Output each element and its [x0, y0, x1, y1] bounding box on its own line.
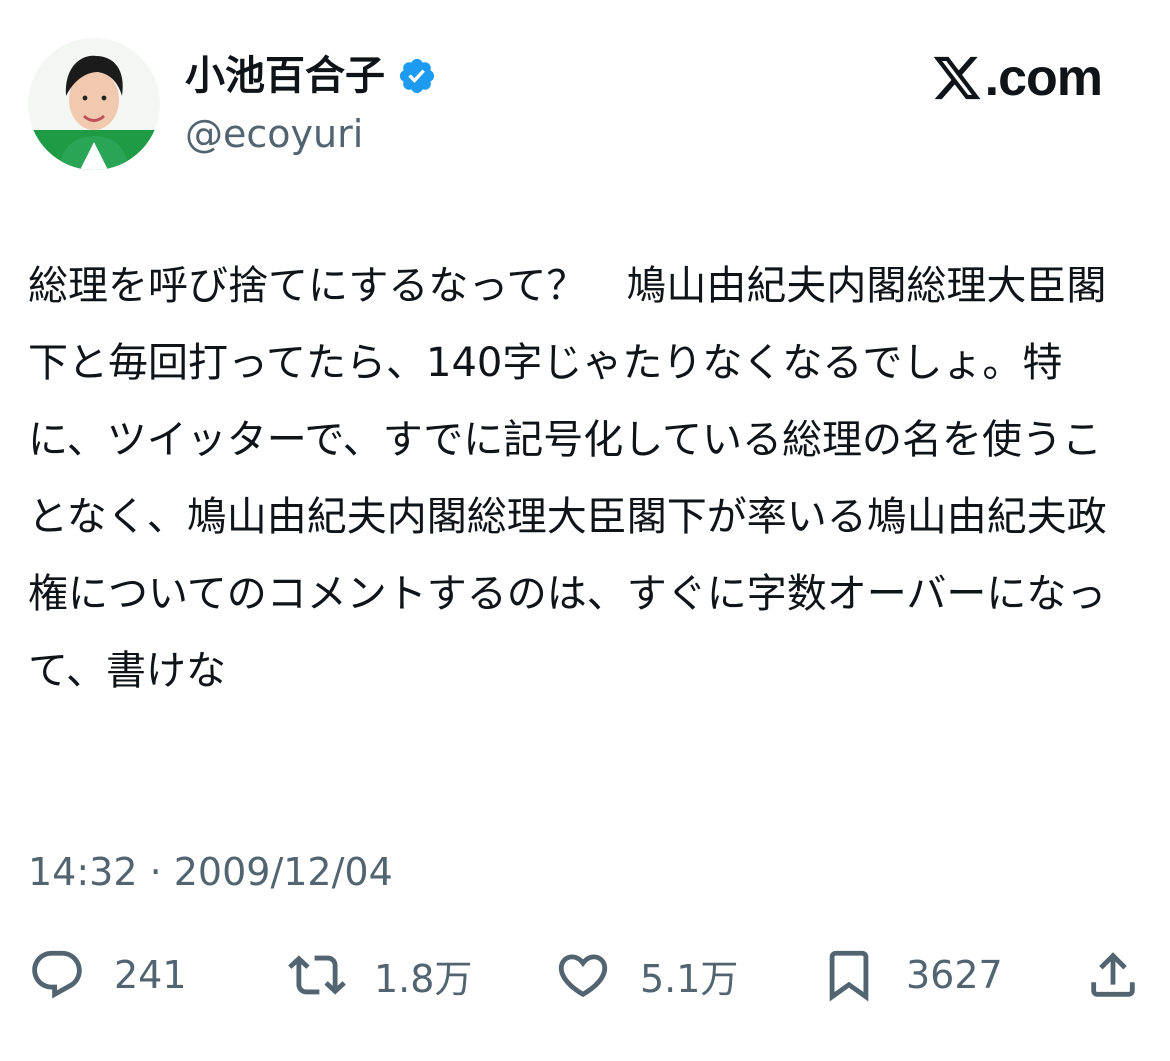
- bookmark-count: 3627: [906, 953, 1003, 997]
- bookmark-icon: [829, 950, 869, 1002]
- retweet-count: 1.8万: [374, 956, 473, 1001]
- retweet-icon: [288, 955, 346, 995]
- share-icon: [1091, 952, 1135, 997]
- x-logo-icon: [933, 56, 981, 100]
- display-name[interactable]: 小池百合子: [185, 50, 385, 102]
- reply-button[interactable]: 241: [28, 940, 187, 1010]
- brand-domain: .com: [984, 49, 1103, 107]
- share-button[interactable]: [1084, 940, 1142, 1010]
- user-handle[interactable]: @ecoyuri: [185, 110, 363, 158]
- like-count: 5.1万: [640, 956, 739, 1001]
- like-button[interactable]: 5.1万: [554, 940, 738, 1010]
- brand-watermark: .com: [931, 46, 1103, 110]
- verified-badge-icon[interactable]: [397, 56, 437, 96]
- retweet-button[interactable]: 1.8万: [288, 940, 472, 1010]
- profile-avatar[interactable]: [28, 38, 160, 170]
- user-name-row: 小池百合子: [185, 50, 437, 102]
- tweet-timestamp[interactable]: 14:32 · 2009/12/04: [28, 848, 393, 896]
- action-bar: 241 1.8万 5.1万 3627: [28, 940, 1144, 1010]
- tweet-text: 総理を呼び捨てにするなって？ 鳩山由紀夫内閣総理大臣閣下と毎回打ってたら、140…: [28, 263, 1107, 694]
- like-icon: [558, 954, 608, 998]
- reply-count: 241: [114, 953, 187, 997]
- bookmark-button[interactable]: 3627: [820, 940, 1003, 1010]
- reply-icon: [32, 950, 82, 999]
